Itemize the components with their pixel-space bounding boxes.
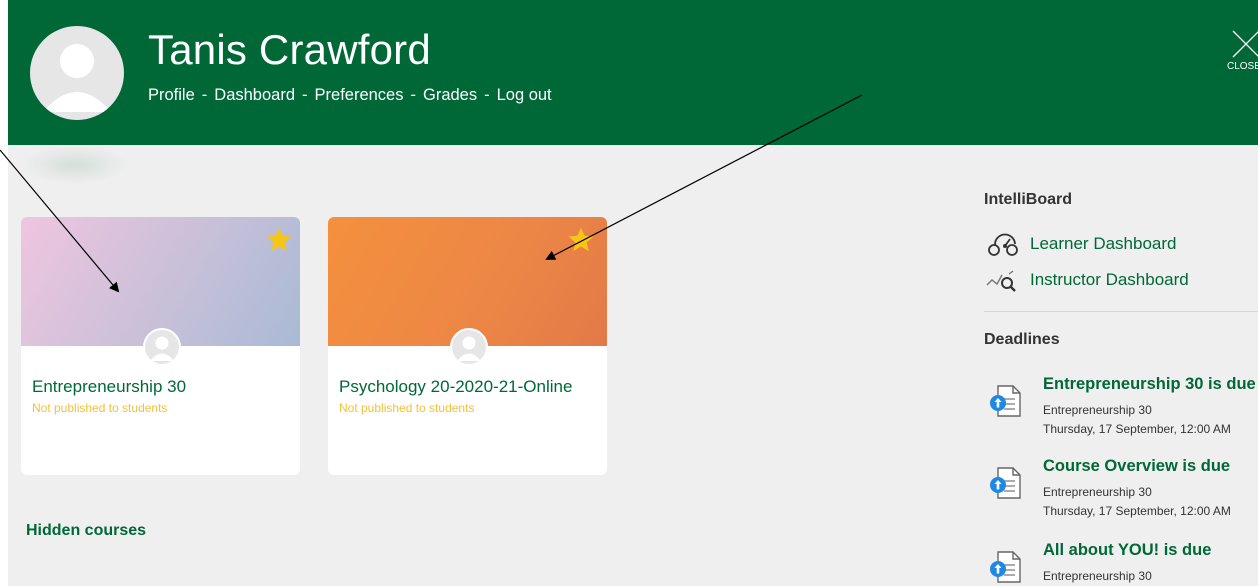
course-card-image bbox=[21, 217, 300, 346]
nav-profile-link[interactable]: Profile bbox=[148, 86, 195, 104]
deadline-title-link[interactable]: Entrepreneurship 30 is due bbox=[1043, 375, 1256, 394]
deadline-course: Entrepreneurship 30 bbox=[1043, 403, 1152, 417]
user-nav: Profile - Dashboard - Preferences - Grades - Log… bbox=[148, 86, 552, 105]
assignment-upload-icon bbox=[990, 385, 1021, 417]
speedometer-icon bbox=[988, 233, 1018, 256]
nav-grades-link[interactable]: Grades bbox=[423, 86, 477, 104]
sidebar-divider bbox=[984, 311, 1258, 312]
close-label: CLOSE bbox=[1227, 61, 1258, 72]
nav-dashboard-link[interactable]: Dashboard bbox=[214, 86, 295, 104]
hidden-courses-link[interactable]: Hidden courses bbox=[26, 522, 146, 540]
user-silhouette-icon bbox=[43, 44, 111, 112]
course-card[interactable]: Psychology 20-2020-21-Online Not publish… bbox=[328, 217, 607, 475]
user-avatar[interactable] bbox=[30, 26, 124, 120]
instructor-dashboard-label: Instructor Dashboard bbox=[1030, 270, 1189, 289]
learner-dashboard-label: Learner Dashboard bbox=[1030, 234, 1177, 253]
course-status: Not published to students bbox=[339, 401, 475, 415]
intelliboard-title: IntelliBoard bbox=[984, 191, 1073, 208]
star-icon[interactable] bbox=[566, 226, 596, 254]
star-icon[interactable] bbox=[264, 226, 294, 254]
course-avatar bbox=[450, 328, 488, 366]
course-name[interactable]: Entrepreneurship 30 bbox=[32, 377, 186, 397]
user-name: Tanis Crawford bbox=[148, 26, 431, 73]
decorative-shadow bbox=[20, 145, 130, 185]
page: Tanis Crawford Profile - Dashboard - Prefere… bbox=[0, 0, 1258, 586]
user-silhouette-icon bbox=[150, 336, 174, 361]
deadline-item: Entrepreneurship 30 is due Entrepreneurs… bbox=[984, 375, 1258, 436]
close-icon bbox=[1232, 30, 1258, 58]
assignment-upload-icon bbox=[990, 551, 1021, 583]
deadline-item: Course Overview is due Entrepreneurship … bbox=[984, 457, 1258, 518]
dashboard-main: Entrepreneurship 30 Not published to stu… bbox=[8, 145, 1258, 586]
nav-preferences-link[interactable]: Preferences bbox=[315, 86, 404, 104]
deadline-course: Entrepreneurship 30 bbox=[1043, 569, 1152, 583]
nav-separator: - bbox=[201, 86, 208, 104]
deadlines-title: Deadlines bbox=[984, 331, 1060, 348]
deadline-item: All about YOU! is due Entrepreneurship 3… bbox=[984, 541, 1258, 586]
course-name[interactable]: Psychology 20-2020-21-Online bbox=[339, 377, 572, 397]
user-silhouette-icon bbox=[457, 336, 481, 361]
deadline-title-link[interactable]: Course Overview is due bbox=[1043, 457, 1230, 476]
nav-separator: - bbox=[302, 86, 308, 104]
deadline-date: Thursday, 17 September, 12:00 AM bbox=[1043, 422, 1231, 436]
deadline-course: Entrepreneurship 30 bbox=[1043, 485, 1152, 499]
assignment-upload-icon bbox=[990, 467, 1021, 499]
nav-separator: - bbox=[484, 86, 490, 104]
close-button[interactable]: CLOSE bbox=[1218, 27, 1258, 75]
course-status: Not published to students bbox=[32, 401, 168, 415]
chart-search-icon bbox=[986, 270, 1016, 292]
right-sidebar: IntelliBoard Learner Dashboard Instructo… bbox=[984, 145, 1258, 586]
deadline-date: Thursday, 17 September, 12:00 AM bbox=[1043, 504, 1231, 518]
course-avatar bbox=[143, 328, 181, 366]
course-card[interactable]: Entrepreneurship 30 Not published to stu… bbox=[21, 217, 300, 475]
deadline-title-link[interactable]: All about YOU! is due bbox=[1043, 541, 1211, 560]
user-header: Tanis Crawford Profile - Dashboard - Prefere… bbox=[8, 0, 1258, 145]
nav-separator: - bbox=[410, 86, 416, 104]
nav-logout-link[interactable]: Log out bbox=[497, 86, 552, 104]
